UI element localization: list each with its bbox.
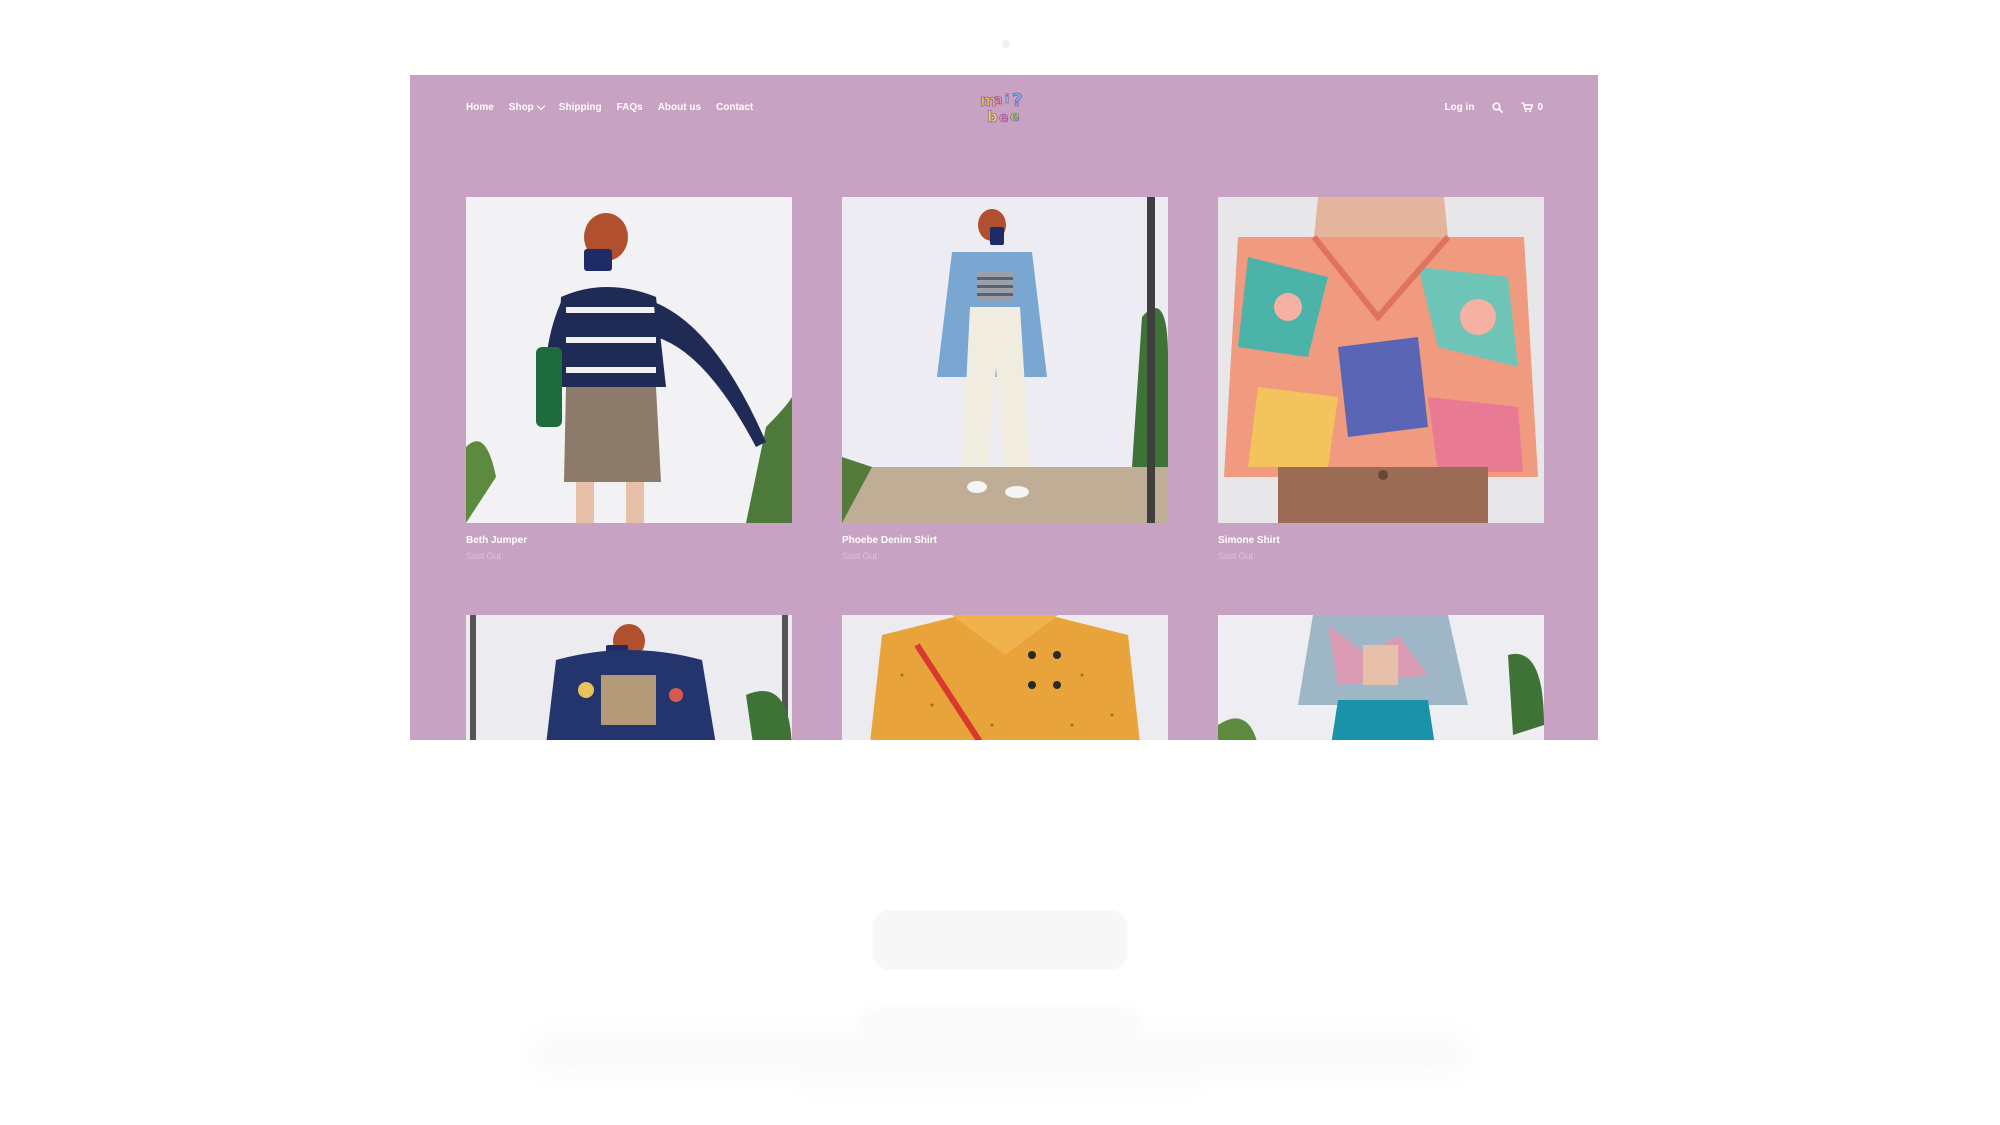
chevron-down-icon [536,101,546,111]
svg-text:e: e [1010,109,1020,125]
search-icon [1492,102,1504,113]
svg-text:e: e [999,110,1009,125]
nav-home[interactable]: Home [466,102,494,113]
product-photo-phoebe-denim-shirt [842,197,1168,523]
product-photo-simone-shirt [1218,197,1544,523]
product-title[interactable]: Phoebe Denim Shirt [842,535,1168,546]
search-button[interactable] [1492,102,1504,113]
background-blur-bar [872,910,1128,970]
product-title[interactable]: Beth Jumper [466,535,792,546]
product-card[interactable] [466,615,792,740]
product-card[interactable] [842,615,1168,740]
svg-text:b: b [987,108,998,125]
main-nav: Home Shop Shipping FAQs About us Contact [466,101,753,113]
product-image[interactable] [842,197,1168,523]
product-title[interactable]: Simone Shirt [1218,535,1544,546]
nav-label: Contact [716,102,754,113]
background-blur-bar [800,1075,1200,1093]
nav-faqs[interactable]: FAQs [617,102,643,113]
login-link[interactable]: Log in [1444,102,1474,113]
background-blur-bar [530,1032,1470,1076]
product-status: Sold Out [842,551,878,561]
product-card[interactable]: Beth Jumper Sold Out [466,197,792,561]
background-dot [1002,40,1010,48]
svg-text:a: a [994,93,1003,108]
nav-shipping[interactable]: Shipping [559,102,602,113]
nav-label: Home [466,102,494,113]
product-image[interactable] [1218,197,1544,523]
nav-contact[interactable]: Contact [716,102,753,113]
site-header: Home Shop Shipping FAQs About us Contact… [410,75,1598,175]
product-card[interactable]: Simone Shirt Sold Out [1218,197,1544,561]
product-image[interactable] [842,615,1168,740]
product-image[interactable] [466,197,792,523]
product-image[interactable] [466,615,792,740]
cart-icon [1521,102,1534,113]
product-card[interactable] [1218,615,1544,740]
nav-label: FAQs [616,102,643,113]
header-utilities: Log in 0 [1444,102,1543,113]
nav-about[interactable]: About us [658,102,701,113]
store-page-panel: Home Shop Shipping FAQs About us Contact… [410,75,1598,740]
nav-shop[interactable]: Shop [508,101,546,113]
product-photo-pastel-shirt [1218,615,1544,740]
product-card[interactable]: Phoebe Denim Shirt Sold Out [842,197,1168,561]
product-photo-novelty-jumper [466,615,792,740]
nav-label: Shop [508,102,534,113]
svg-text:i: i [1005,92,1009,106]
product-photo-beth-jumper [466,197,792,523]
store-logo[interactable]: m a i ? b e e [978,89,1032,125]
product-photo-mustard-blouse [842,615,1168,740]
product-status: Sold Out [1218,551,1254,561]
product-image[interactable] [1218,615,1544,740]
nav-label: About us [657,102,702,113]
cart-count: 0 [1537,102,1543,113]
svg-text:?: ? [1012,90,1022,111]
nav-label: Shipping [558,102,602,113]
cart-button[interactable]: 0 [1521,102,1543,113]
product-status: Sold Out [466,551,502,561]
